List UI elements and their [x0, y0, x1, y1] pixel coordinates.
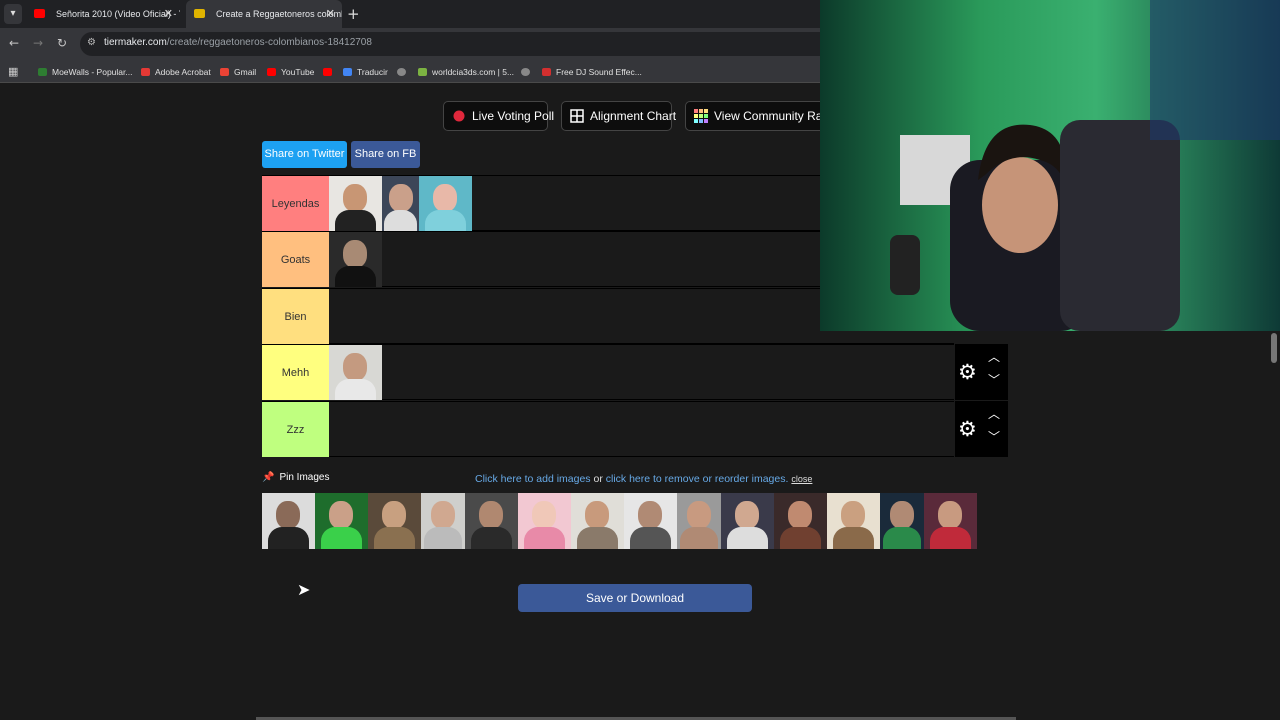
artist-image[interactable] — [419, 176, 472, 231]
tab-title: Señorita 2010 (Video Oficial) - Y — [56, 9, 180, 19]
site-info-icon[interactable]: ⚙ — [87, 37, 96, 48]
new-tab-button[interactable]: + — [347, 0, 360, 28]
tier-controls-mehh: ⚙ ︿ ﹀ — [955, 344, 1008, 400]
close-link[interactable]: close — [791, 474, 812, 484]
artist-image[interactable] — [382, 176, 419, 231]
dj-sound-icon — [542, 68, 551, 76]
close-icon[interactable]: ✕ — [326, 0, 335, 28]
pool-image[interactable] — [880, 493, 924, 549]
bookmark-moewalls[interactable]: MoeWalls - Popular... — [38, 61, 132, 83]
tier-items — [329, 345, 382, 400]
pool-image[interactable] — [774, 493, 827, 549]
close-icon[interactable]: ✕ — [164, 0, 173, 28]
mouse-cursor-icon: ➤ — [297, 580, 311, 599]
globe-icon — [521, 68, 530, 76]
artist-image[interactable] — [329, 176, 382, 231]
save-download-button[interactable]: Save or Download — [518, 584, 752, 612]
pin-icon: 📌 — [262, 472, 275, 483]
image-pool — [262, 493, 977, 549]
grid-icon — [570, 109, 584, 123]
chevron-up-icon[interactable]: ︿ — [988, 405, 1000, 422]
remove-reorder-link[interactable]: click here to remove or reorder images. — [606, 473, 789, 485]
tier-label[interactable]: Zzz — [262, 402, 329, 457]
bookmark-free-dj[interactable]: Free DJ Sound Effec... — [542, 61, 642, 83]
pool-image[interactable] — [262, 493, 315, 549]
bookmark-traducir[interactable]: Traducir — [343, 61, 388, 83]
browser-tab-youtube[interactable]: Señorita 2010 (Video Oficial) - Y ✕ — [26, 0, 180, 28]
globe-icon — [397, 68, 406, 76]
pool-image[interactable] — [827, 493, 880, 549]
back-arrow-icon[interactable]: ← — [9, 36, 19, 50]
browser-tab-tiermaker[interactable]: Create a Reggaetoneros colombi ✕ — [186, 0, 342, 28]
image-actions-line: Click here to add images or click here t… — [475, 473, 813, 485]
bookmark-youtube[interactable]: YouTube — [267, 61, 314, 83]
bookmark-youtube-2[interactable] — [323, 61, 337, 83]
gear-icon[interactable]: ⚙ — [958, 417, 977, 441]
address-bar[interactable]: ⚙ tiermaker.com/create/reggaetoneros-col… — [80, 32, 840, 56]
bookmark-worldcia[interactable]: worldcia3ds.com | 5... — [418, 61, 514, 83]
apps-grid-icon[interactable]: ▦ — [8, 65, 18, 78]
bookmark-adobe-acrobat[interactable]: Adobe Acrobat — [141, 61, 211, 83]
tiermaker-icon — [194, 9, 205, 18]
tier-row-mehh: Mehh — [262, 344, 954, 400]
share-fb-button[interactable]: Share on FB — [351, 141, 420, 168]
bookmark-globe-2[interactable] — [521, 61, 535, 83]
pin-images-toggle[interactable]: 📌 Pin Images — [262, 472, 329, 483]
bookmark-gmail[interactable]: Gmail — [220, 61, 256, 83]
pool-image[interactable] — [721, 493, 774, 549]
artist-image[interactable] — [329, 345, 382, 400]
tab-title: Create a Reggaetoneros colombi — [216, 9, 342, 19]
youtube-icon — [267, 68, 276, 76]
pool-image[interactable] — [924, 493, 977, 549]
tier-items — [329, 232, 382, 287]
webcam-overlay — [820, 0, 1280, 331]
url-text: tiermaker.com/create/reggaetoneros-colom… — [104, 37, 372, 48]
tier-label[interactable]: Mehh — [262, 345, 329, 400]
vertical-scrollbar[interactable] — [1271, 333, 1277, 363]
gear-icon[interactable]: ⚙ — [958, 360, 977, 384]
view-community-rank-button[interactable]: View Community Rank — [685, 101, 835, 131]
chevron-down-icon[interactable]: ﹀ — [988, 428, 1000, 445]
tier-items — [329, 176, 472, 231]
chevron-up-icon[interactable]: ︿ — [988, 348, 1000, 365]
bookmark-globe[interactable] — [397, 61, 411, 83]
tier-row-zzz: Zzz — [262, 401, 954, 457]
webcam-scene — [820, 0, 1280, 331]
chevron-down-icon[interactable]: ﹀ — [988, 371, 1000, 388]
pool-image[interactable] — [624, 493, 677, 549]
youtube-icon — [323, 68, 332, 76]
gmail-icon — [220, 68, 229, 76]
worldcia-icon — [418, 68, 427, 76]
tier-label[interactable]: Bien — [262, 289, 329, 344]
forward-arrow-icon[interactable]: → — [33, 36, 43, 50]
pool-image[interactable] — [315, 493, 368, 549]
pool-image[interactable] — [421, 493, 465, 549]
record-dot-icon — [453, 110, 465, 122]
share-twitter-button[interactable]: Share on Twitter — [262, 141, 347, 168]
moewalls-icon — [38, 68, 47, 76]
tier-label[interactable]: Leyendas — [262, 176, 329, 231]
tier-label[interactable]: Goats — [262, 232, 329, 287]
pool-image[interactable] — [518, 493, 571, 549]
live-voting-poll-button[interactable]: Live Voting Poll — [443, 101, 554, 131]
reload-icon[interactable]: ↻ — [57, 36, 67, 50]
pool-image[interactable] — [368, 493, 421, 549]
artist-image[interactable] — [329, 232, 382, 287]
acrobat-icon — [141, 68, 150, 76]
translate-icon — [343, 68, 352, 76]
add-images-link[interactable]: Click here to add images — [475, 473, 591, 485]
tab-search-button[interactable]: ▾ — [4, 4, 22, 24]
alignment-chart-button[interactable]: Alignment Chart — [561, 101, 676, 131]
pool-image[interactable] — [465, 493, 518, 549]
pool-image[interactable] — [677, 493, 721, 549]
youtube-icon — [34, 9, 45, 18]
colored-grid-icon — [694, 109, 708, 123]
tier-controls-zzz: ⚙ ︿ ﹀ — [955, 401, 1008, 457]
pool-image[interactable] — [571, 493, 624, 549]
